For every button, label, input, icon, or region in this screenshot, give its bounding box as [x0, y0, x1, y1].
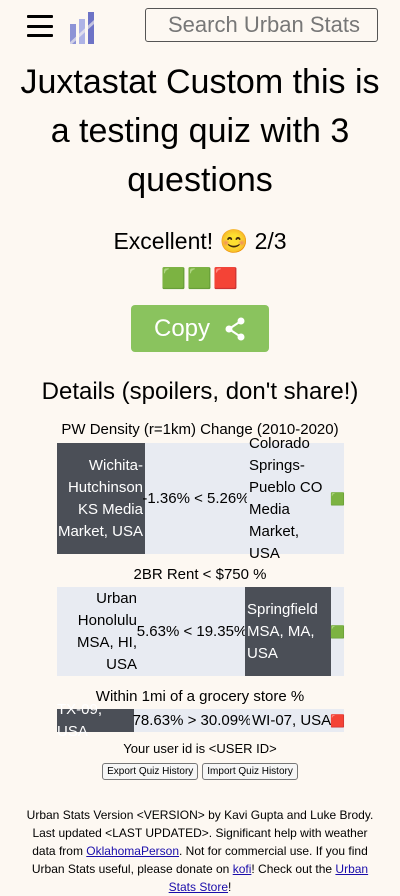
share-icon — [225, 317, 245, 340]
header — [0, 0, 400, 52]
question-row: Urban Honolulu MSA, HI, USA 5.63% < 19.3… — [57, 587, 345, 676]
left-region[interactable]: Urban Honolulu MSA, HI, USA — [57, 587, 139, 676]
import-quiz-history-button[interactable]: Import Quiz History — [202, 763, 298, 780]
result-mark: 🟩 — [330, 587, 345, 676]
copy-label: Copy — [153, 314, 211, 342]
result-squares: 🟩🟩🟥 — [161, 268, 239, 290]
result-mark: 🟥 — [330, 709, 345, 732]
score-text: Excellent! 😊 2/3 — [113, 228, 287, 254]
kofi-link[interactable]: kofi — [233, 862, 252, 876]
right-region[interactable]: Colorado Springs-Pueblo CO Media Market,… — [247, 435, 331, 562]
history-buttons: Export Quiz History Import Quiz History — [0, 763, 400, 780]
page-title: Juxtastat Custom this is a testing quiz … — [20, 63, 380, 199]
urban-stats-logo-icon[interactable] — [68, 10, 96, 44]
footer-text: ! — [228, 880, 232, 894]
comparison-value: -1.36% < 5.26% — [142, 443, 250, 554]
comparison-value: 5.63% < 19.35% — [137, 587, 247, 676]
user-id-text: Your user id is <USER ID> — [123, 741, 277, 756]
footer: Urban Stats Version <VERSION> by Kavi Gu… — [22, 806, 378, 896]
left-region[interactable]: Wichita-Hutchinson KS Media Market, USA — [57, 443, 145, 554]
oklahomaperson-link[interactable]: OklahomaPerson — [86, 844, 179, 858]
question-row: Wichita-Hutchinson KS Media Market, USA … — [57, 435, 345, 562]
left-region[interactable]: TX-09, USA — [57, 701, 134, 740]
hamburger-menu-icon[interactable] — [27, 15, 53, 37]
question-label: 2BR Rent < $750 % — [133, 566, 267, 583]
question-label: PW Density (r=1km) Change (2010-2020) — [61, 421, 339, 438]
question-row: TX-09, USA 78.63% > 30.09% WI-07, USA 🟥 — [57, 701, 345, 740]
right-region[interactable]: Springfield MSA, MA, USA — [245, 587, 331, 676]
copy-button[interactable]: Copy — [131, 305, 269, 352]
comparison-value: 78.63% > 30.09% — [133, 709, 251, 732]
footer-text: ! Check out the — [251, 862, 336, 876]
search-input[interactable] — [145, 8, 378, 42]
result-mark: 🟩 — [330, 443, 345, 554]
export-quiz-history-button[interactable]: Export Quiz History — [102, 763, 199, 780]
details-heading: Details (spoilers, don't share!) — [41, 378, 359, 405]
right-region[interactable]: WI-07, USA — [250, 709, 331, 732]
